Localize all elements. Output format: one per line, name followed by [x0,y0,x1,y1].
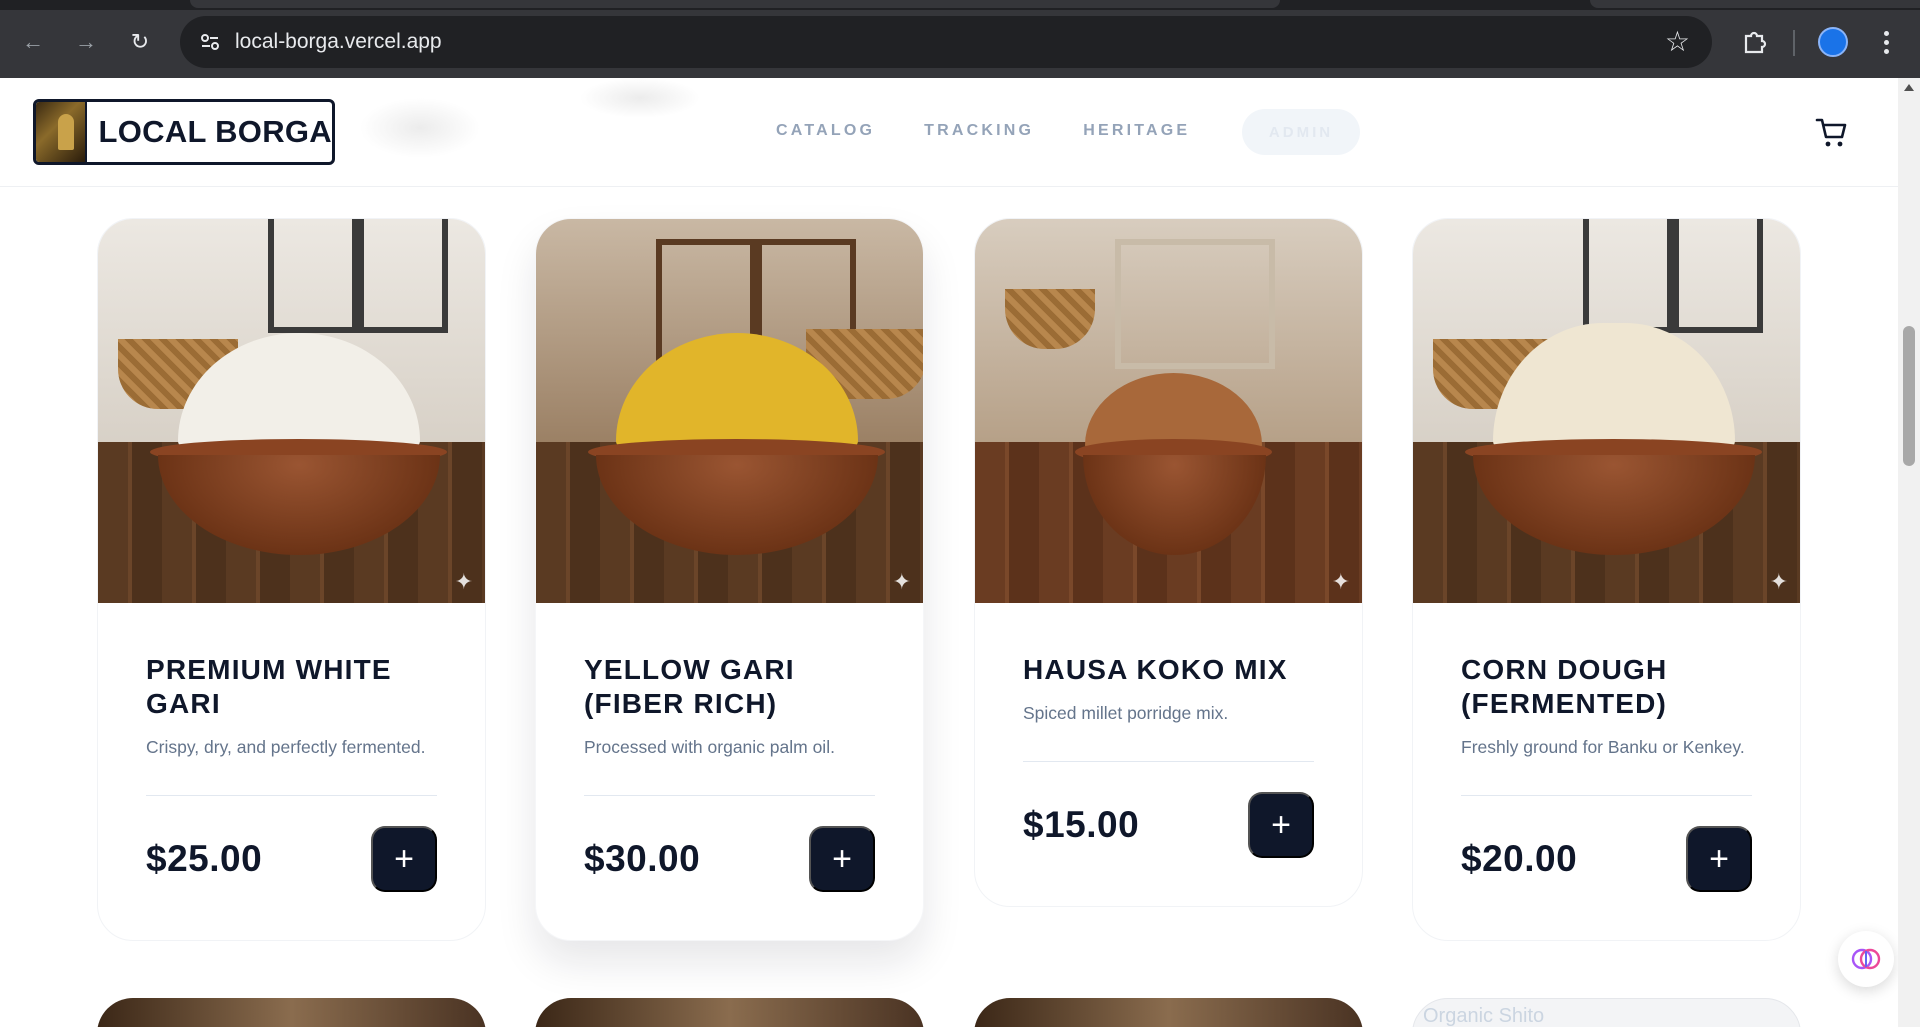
browser-chrome: ← → ↻ local-borga.vercel.app ☆ [0,0,1920,78]
header-blur-decoration [580,78,700,118]
product-price: $25.00 [146,838,263,879]
add-to-cart-button[interactable]: + [809,826,875,892]
extensions-icon[interactable] [1736,24,1772,60]
product-name: CORN DOUGH (FERMENTED) [1461,654,1668,719]
card-divider [1023,761,1314,762]
product-price: $30.00 [584,838,701,879]
nav-tracking[interactable]: TRACKING [924,122,1034,140]
product-card-peek[interactable] [97,998,486,1027]
site-header: LOCAL BORGA CATALOG TRACKING HERITAGE AD… [0,78,1898,187]
product-card-peek[interactable] [974,998,1363,1027]
product-price: $20.00 [1461,838,1578,879]
product-card[interactable]: ✦ PREMIUM WHITE GARI Crispy, dry, and pe… [97,218,486,941]
product-card[interactable]: ✦ CORN DOUGH (FERMENTED) Freshly ground … [1412,218,1801,941]
active-tab[interactable] [190,0,1280,8]
cart-icon[interactable] [1815,116,1849,150]
main-nav: CATALOG TRACKING HERITAGE [776,122,1190,140]
product-description: Freshly ground for Banku or Kenkey. [1461,737,1745,757]
scroll-up-arrow-icon[interactable] [1904,84,1914,91]
product-image[interactable]: ✦ [536,219,923,603]
card-divider [146,795,437,796]
scrollbar-thumb[interactable] [1903,326,1915,466]
logo-emblem [36,102,87,162]
tab-strip [0,0,1920,10]
broken-image-alt-text: Organic Shito [1423,1005,1545,1027]
product-card[interactable]: ✦ YELLOW GARI (FIBER RICH) Processed wit… [535,218,924,941]
forward-icon[interactable]: → [68,24,104,60]
sparkle-icon: ✦ [1769,569,1788,594]
product-image[interactable]: ✦ [98,219,485,603]
page-viewport: LOCAL BORGA CATALOG TRACKING HERITAGE AD… [0,78,1898,1027]
product-name: PREMIUM WHITE GARI [146,654,392,719]
product-description: Crispy, dry, and perfectly fermented. [146,737,426,757]
reload-icon[interactable]: ↻ [122,24,158,60]
admin-button[interactable]: ADMIN [1242,109,1360,155]
product-name: YELLOW GARI (FIBER RICH) [584,654,795,719]
product-image[interactable]: ✦ [975,219,1362,603]
product-card-peek[interactable]: Organic Shito [1412,998,1801,1027]
product-card[interactable]: ✦ HAUSA KOKO MIX Spiced millet porridge … [974,218,1363,907]
product-name: HAUSA KOKO MIX [1023,654,1288,685]
site-logo[interactable]: LOCAL BORGA [33,99,335,165]
product-description: Spiced millet porridge mix. [1023,703,1229,723]
nav-heritage[interactable]: HERITAGE [1083,122,1190,140]
sparkle-icon: ✦ [1331,569,1350,594]
profile-avatar[interactable] [1818,27,1848,57]
logo-text: LOCAL BORGA [98,114,332,149]
ai-brain-icon[interactable] [1838,931,1894,987]
product-image[interactable]: ✦ [1413,219,1800,603]
add-to-cart-button[interactable]: + [371,826,437,892]
header-blur-decoration [360,98,480,158]
toolbar-divider [1793,30,1795,56]
back-icon[interactable]: ← [15,24,51,60]
card-divider [584,795,875,796]
product-description: Processed with organic palm oil. [584,737,835,757]
sparkle-icon: ✦ [892,569,911,594]
menu-dots-icon[interactable] [1872,24,1900,60]
add-to-cart-button[interactable]: + [1248,792,1314,858]
url-text[interactable]: local-borga.vercel.app [235,30,442,54]
sparkle-icon: ✦ [454,569,473,594]
inactive-tab[interactable] [1590,0,1920,8]
address-bar[interactable]: local-borga.vercel.app ☆ [180,16,1712,68]
bookmark-star-icon[interactable]: ☆ [1665,25,1690,58]
page-scrollbar[interactable] [1898,78,1920,1027]
card-divider [1461,795,1752,796]
nav-catalog[interactable]: CATALOG [776,122,875,140]
site-info-icon[interactable] [194,26,226,58]
product-card-peek[interactable] [535,998,924,1027]
add-to-cart-button[interactable]: + [1686,826,1752,892]
product-price: $15.00 [1023,804,1140,845]
